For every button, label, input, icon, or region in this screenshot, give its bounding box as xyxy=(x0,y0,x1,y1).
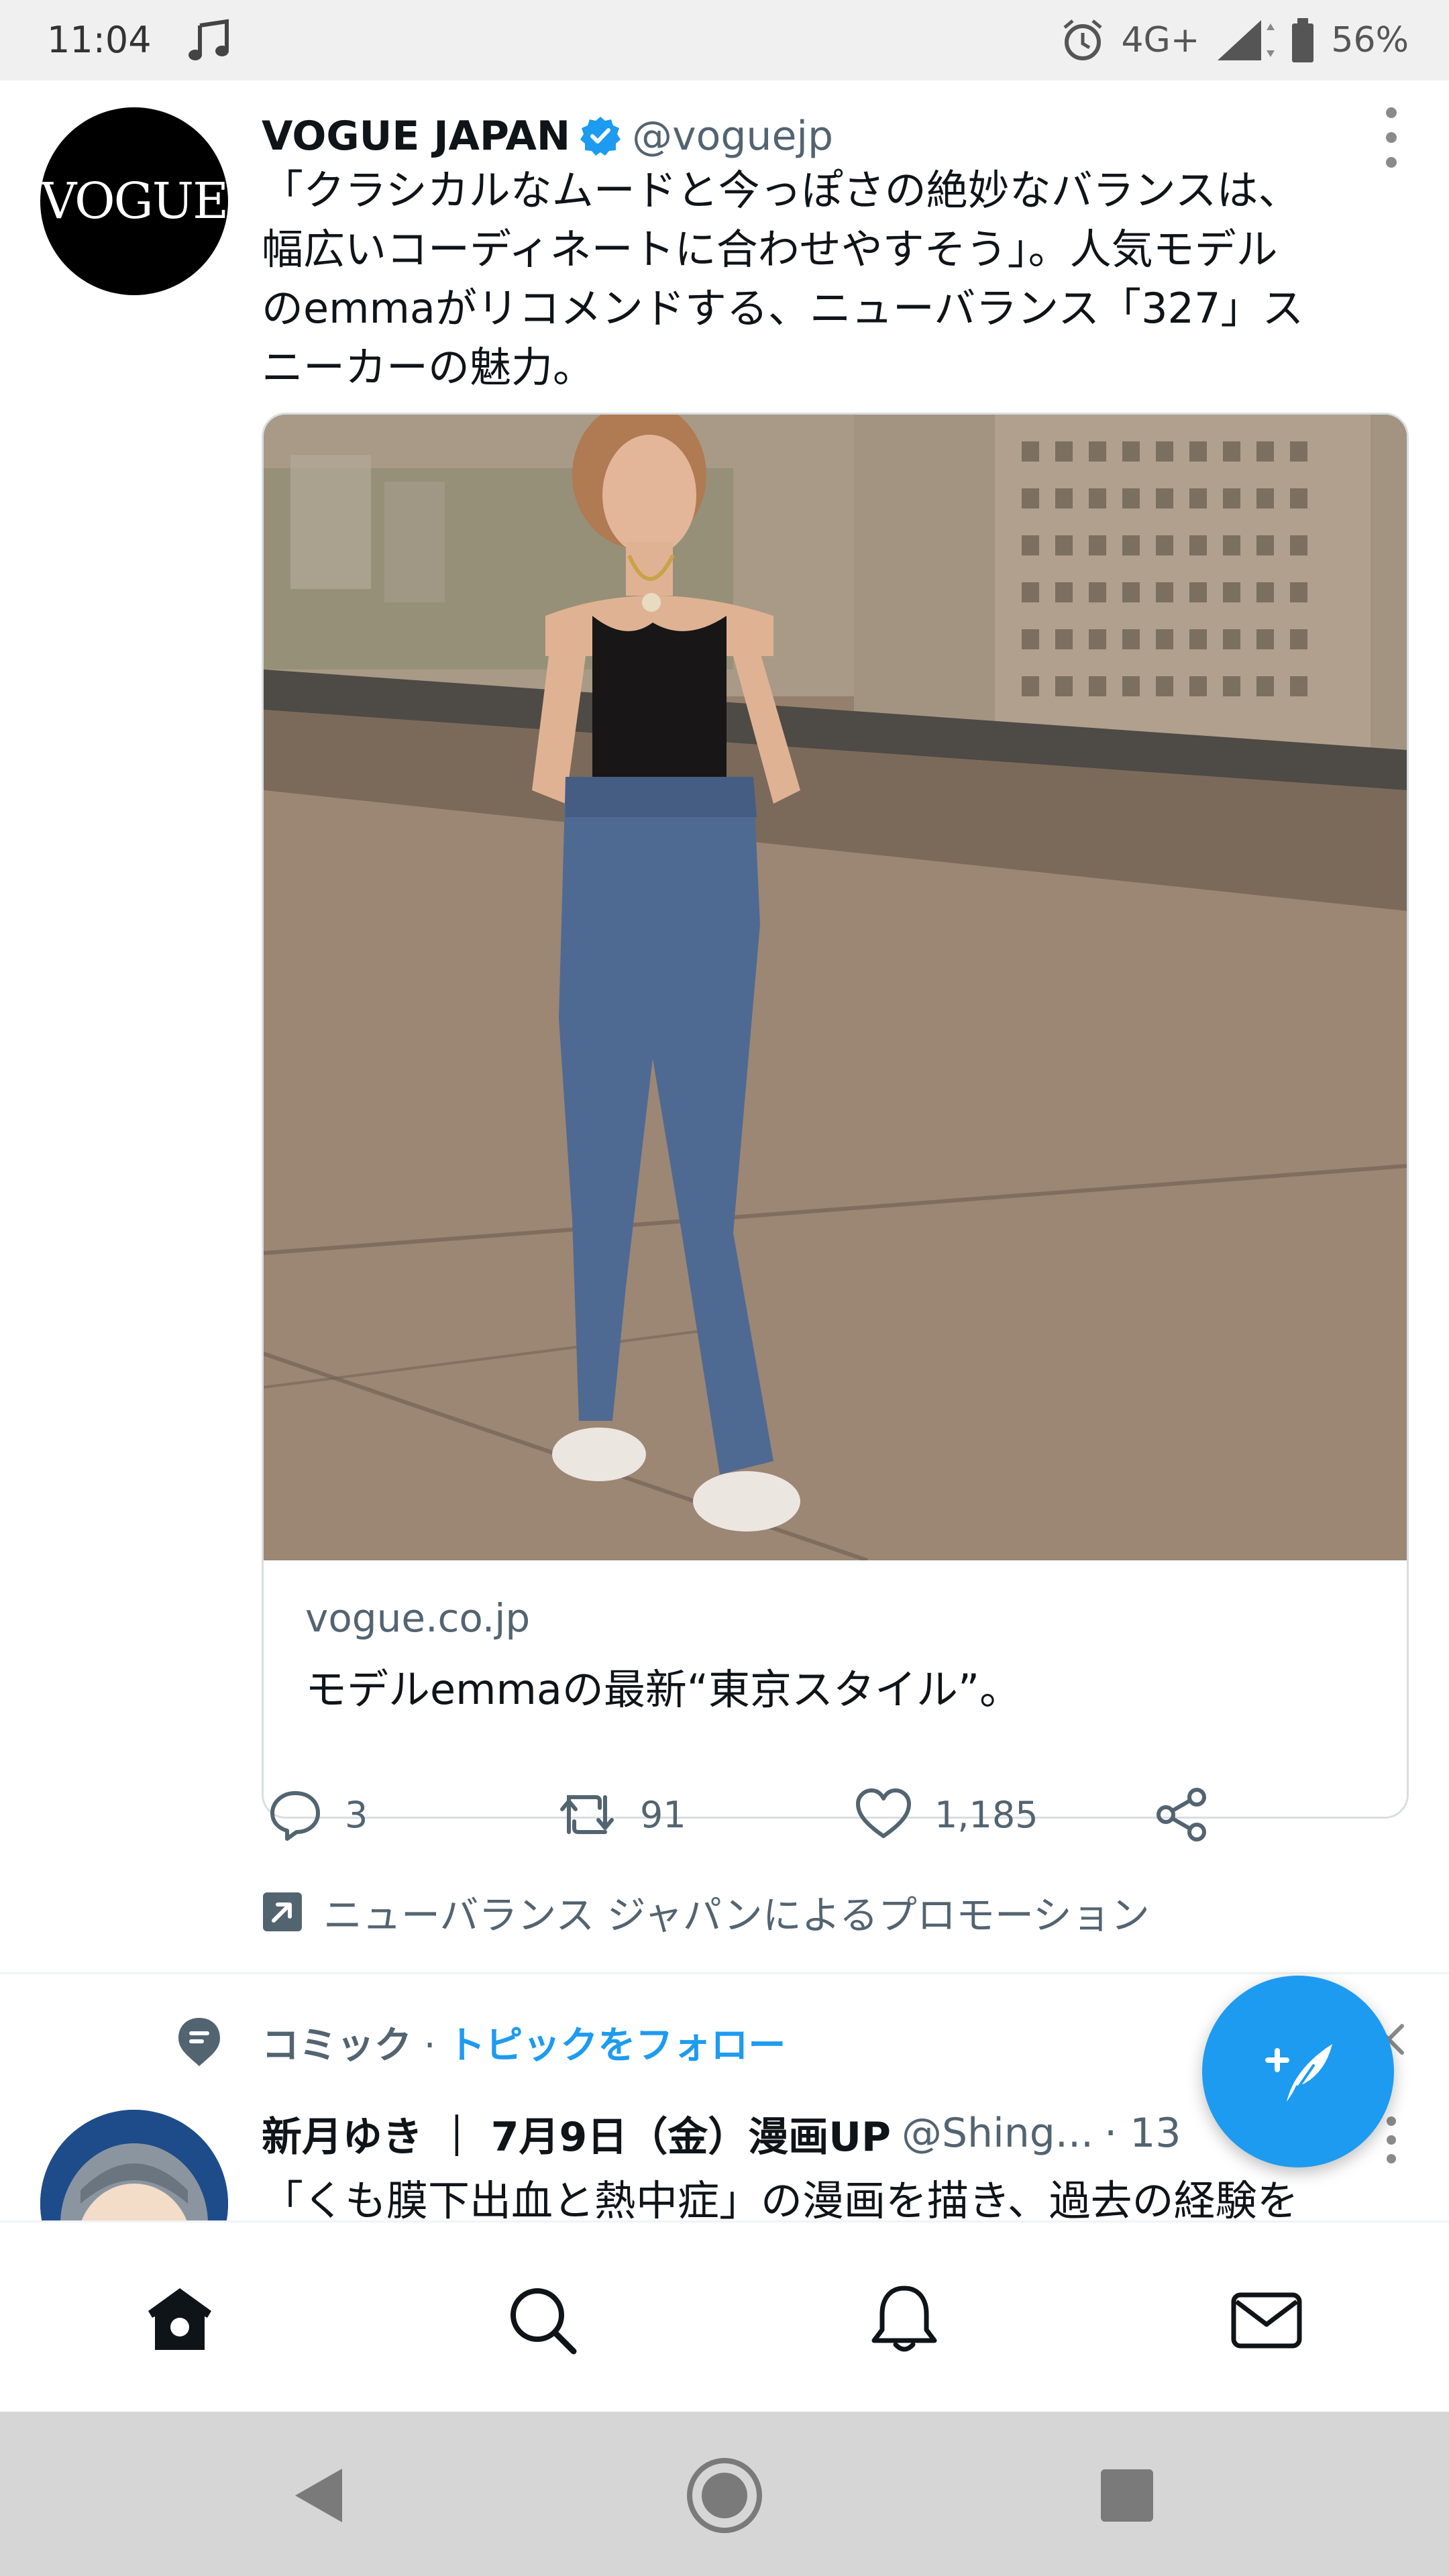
system-recents-button[interactable] xyxy=(1087,2455,1167,2536)
share-button[interactable] xyxy=(1154,1771,1210,1858)
back-triangle-icon xyxy=(295,2469,342,2522)
author-handle[interactable]: @voguejp xyxy=(632,113,833,160)
topic-separator: · xyxy=(412,2024,448,2068)
reply-button[interactable]: 3 xyxy=(268,1771,368,1858)
author-name[interactable]: VOGUE JAPAN xyxy=(262,113,570,160)
card-title: モデルemmaの最新“東京スタイル”。 xyxy=(305,1665,1022,1714)
tweet-header: 新月ゆき ｜ 7月9日（金）漫画UP @Shing... · 13 xyxy=(262,2100,1181,2167)
author-handle[interactable]: @Shing... xyxy=(902,2110,1093,2157)
verified-badge-icon xyxy=(580,117,621,156)
nav-home[interactable] xyxy=(143,2283,217,2357)
status-icons: 4G+ 56% xyxy=(1059,13,1409,67)
card-domain: vogue.co.jp xyxy=(305,1595,531,1641)
link-card[interactable]: vogue.co.jp モデルemmaの最新“東京スタイル”。 xyxy=(262,413,1409,1819)
tweet-text: 「クラシカルなムードと今っぽさの絶妙なバランスは、 幅広いコーディネートに合わせ… xyxy=(262,161,1415,397)
tweet-divider xyxy=(0,1972,1449,1974)
card-image[interactable] xyxy=(264,415,1407,1560)
reply-count: 3 xyxy=(345,1793,368,1836)
tweet[interactable]: VOGUE VOGUE JAPAN @voguejp 「クラシカルなムードと今っ… xyxy=(0,80,1449,1972)
search-icon xyxy=(511,2288,577,2355)
promoted-icon xyxy=(263,1892,302,1931)
share-icon xyxy=(1157,1788,1206,1841)
battery-icon xyxy=(1292,18,1314,62)
tweet-actions: 3 91 1,185 xyxy=(262,1771,1234,1858)
system-home-button[interactable] xyxy=(684,2455,765,2536)
signal-icon xyxy=(1218,20,1275,60)
follow-topic-link[interactable]: トピックをフォロー xyxy=(447,2024,786,2068)
tweet-text-line: ニーカーの魅力。 xyxy=(262,343,595,392)
more-options-icon[interactable] xyxy=(1378,107,1405,168)
card-photo xyxy=(264,415,1407,1560)
music-note-icon xyxy=(189,19,229,60)
reply-icon xyxy=(270,1791,320,1841)
system-back-button[interactable] xyxy=(278,2455,359,2536)
like-count: 1,185 xyxy=(934,1793,1038,1836)
alarm-icon xyxy=(1063,19,1103,60)
avatar[interactable]: VOGUE xyxy=(40,107,228,295)
status-bar: 11:04 4G+ 56% xyxy=(0,0,1449,80)
system-navigation-bar xyxy=(0,2412,1449,2576)
recents-square-icon xyxy=(1101,2469,1153,2522)
compose-icon xyxy=(1265,2044,1332,2102)
tweet-text-line: 「クラシカルなムードと今っぽさの絶妙なバランスは、 xyxy=(262,166,1300,215)
network-type: 4G+ xyxy=(1121,20,1200,60)
retweet-button[interactable]: 91 xyxy=(557,1771,686,1858)
avatar-logo-text: VOGUE xyxy=(40,172,228,230)
compose-tweet-button[interactable] xyxy=(1202,1976,1394,2167)
tweet-text: 「くも膜下出血と熱中症」の漫画を描き、過去の経験を xyxy=(262,2176,1299,2225)
tweet-text-line: 幅広いコーディネートに合わせやすそう」。人気モデル xyxy=(262,225,1278,274)
topic-icon xyxy=(178,2018,220,2066)
promoted-label[interactable]: ニューバランス ジャパンによるプロモーション xyxy=(262,1878,1150,1945)
home-icon xyxy=(148,2288,211,2350)
like-button[interactable]: 1,185 xyxy=(855,1771,1038,1858)
nav-search[interactable] xyxy=(505,2283,579,2357)
status-time: 11:04 xyxy=(47,19,152,61)
tweet-time: · 13 xyxy=(1104,2110,1181,2157)
topic-text: コミック · トピックをフォロー xyxy=(262,2015,786,2070)
mail-icon xyxy=(1231,2292,1302,2349)
home-circle-icon xyxy=(687,2458,762,2533)
topic-label[interactable]: コミック xyxy=(262,2024,412,2068)
nav-messages[interactable] xyxy=(1230,2283,1303,2357)
heart-icon xyxy=(856,1788,911,1838)
more-options-icon[interactable] xyxy=(1378,2116,1405,2163)
retweet-count: 91 xyxy=(640,1793,686,1836)
author-name[interactable]: 新月ゆき ｜ 7月9日（金）漫画UP xyxy=(262,2104,891,2163)
nav-notifications[interactable] xyxy=(867,2283,941,2357)
bottom-navigation xyxy=(0,2220,1449,2412)
bell-icon xyxy=(871,2286,937,2352)
battery-level: 56% xyxy=(1331,20,1409,60)
promoted-text: ニューバランス ジャパンによるプロモーション xyxy=(323,1892,1150,1938)
tweet-text-line: のemmaがリコメンドする、ニューバランス「327」ス xyxy=(262,284,1304,333)
retweet-icon xyxy=(560,1795,614,1834)
